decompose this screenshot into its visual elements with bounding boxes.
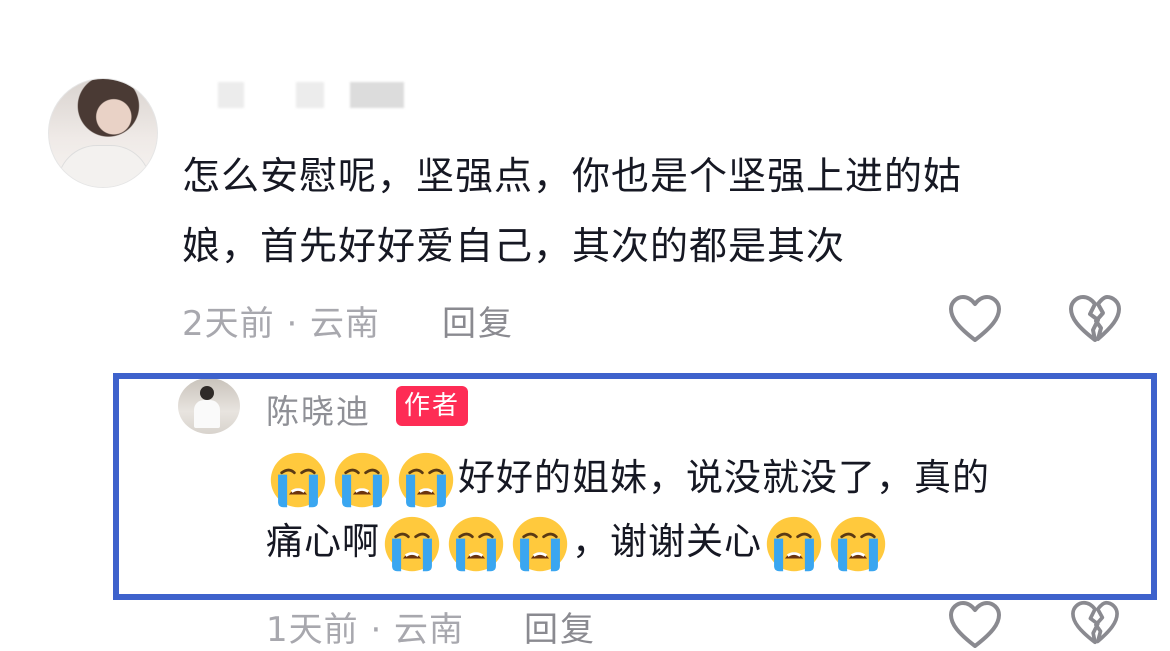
- comment-text: 怎么安慰呢，坚强点，你也是个坚强上进的姑 娘，首先好好爱自己，其次的都是其次: [182, 141, 1082, 281]
- reply-meta: 1天前 · 云南: [266, 610, 465, 650]
- commenter-avatar[interactable]: [48, 78, 158, 188]
- username-redacted: [218, 82, 244, 108]
- comment-meta: 2天前 · 云南: [182, 304, 381, 344]
- username-redacted: [296, 82, 324, 108]
- comment-text-line: 怎么安慰呢，坚强点，你也是个坚强上进的姑: [182, 154, 963, 198]
- reply-button[interactable]: 回复: [442, 296, 514, 345]
- heart-outline-icon[interactable]: [948, 294, 1002, 344]
- broken-heart-icon[interactable]: [1068, 600, 1122, 646]
- broken-heart-icon[interactable]: [1068, 294, 1122, 344]
- reply-button[interactable]: 回复: [524, 602, 596, 651]
- highlight-box: [113, 373, 1157, 600]
- username-redacted: [350, 82, 404, 108]
- comment-text-line: 娘，首先好好爱自己，其次的都是其次: [182, 224, 846, 268]
- heart-outline-icon[interactable]: [948, 600, 1002, 650]
